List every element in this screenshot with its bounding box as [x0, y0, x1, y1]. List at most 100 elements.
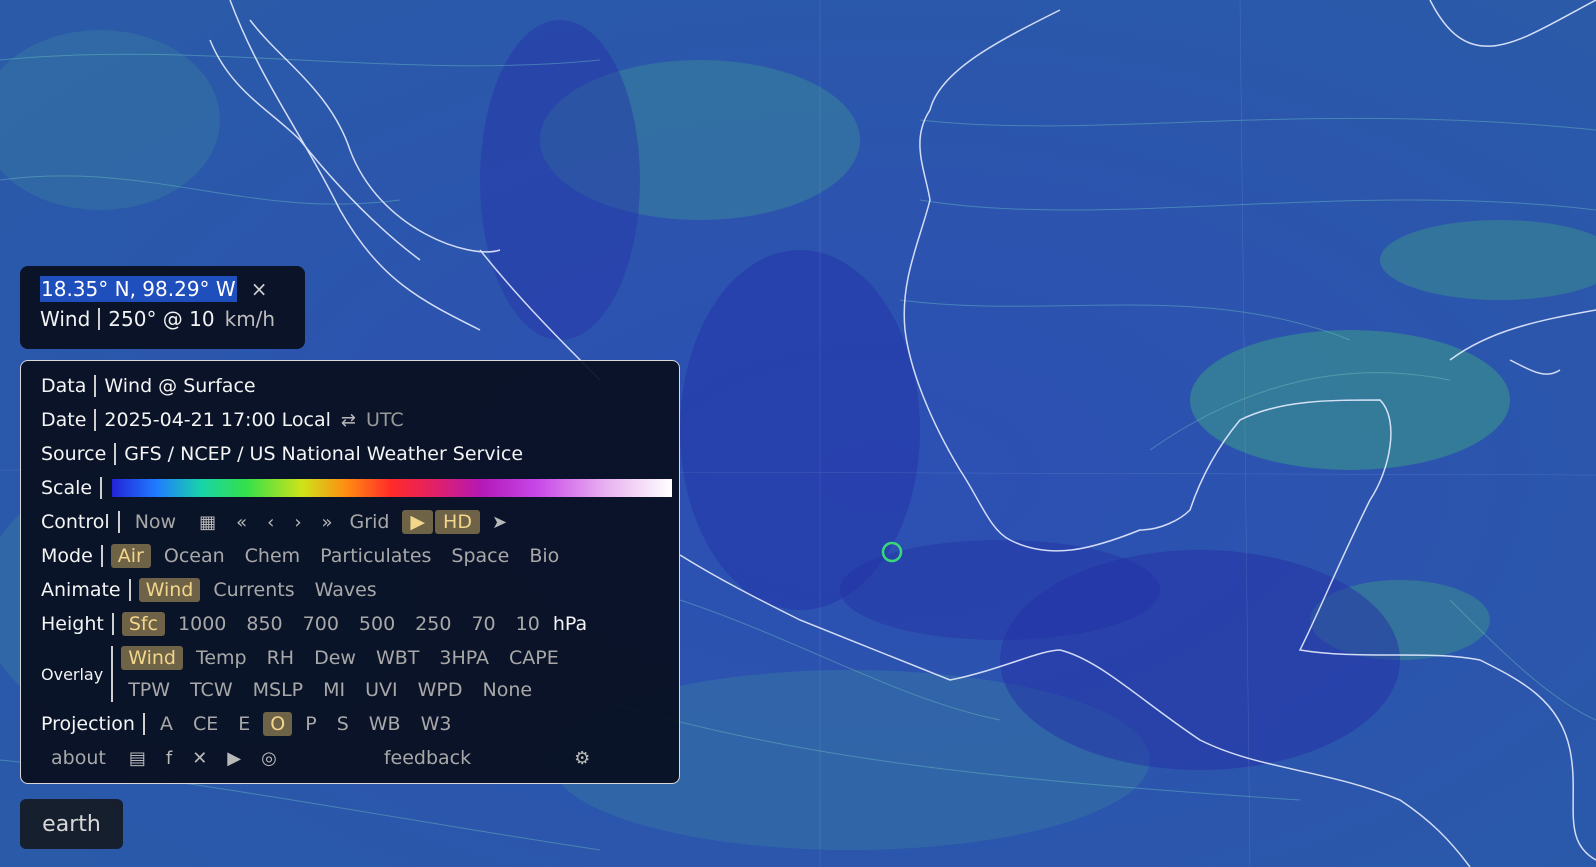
instagram-icon[interactable]: ◎: [261, 748, 277, 769]
overlay-option[interactable]: Temp: [189, 646, 254, 670]
divider: [117, 511, 120, 533]
divider: [128, 579, 131, 601]
projection-option[interactable]: E: [231, 712, 257, 736]
height-option[interactable]: 10: [509, 612, 547, 636]
forward-icon[interactable]: ›: [294, 512, 301, 533]
date-value[interactable]: 2025-04-21 17:00 Local: [104, 409, 331, 431]
control-label: Control: [41, 511, 110, 533]
hd-button[interactable]: HD: [435, 510, 480, 534]
overlay-row-2: TPW TCW MSLP MI UVI WPD None: [121, 674, 572, 706]
animate-option[interactable]: Waves: [308, 578, 384, 602]
mode-option[interactable]: Chem: [238, 544, 308, 568]
bluesky-icon[interactable]: ✕: [192, 748, 207, 769]
mode-option[interactable]: Ocean: [157, 544, 232, 568]
animate-row: Animate Wind Currents Waves: [41, 573, 679, 607]
data-label: Data: [41, 375, 87, 397]
location-panel: 18.35° N, 98.29° W × Wind 250° @ 10 km/h: [20, 266, 305, 349]
projection-option[interactable]: S: [330, 712, 356, 736]
animate-option[interactable]: Currents: [206, 578, 301, 602]
calendar-icon[interactable]: ▦: [199, 512, 216, 533]
projection-option[interactable]: A: [153, 712, 180, 736]
source-value: GFS / NCEP / US National Weather Service: [124, 443, 524, 465]
settings-menu: Data Wind @ Surface Date 2025-04-21 17:0…: [20, 360, 680, 784]
mode-option[interactable]: Particulates: [313, 544, 438, 568]
divider: [100, 545, 103, 567]
overlay-option[interactable]: RH: [260, 646, 302, 670]
projection-option[interactable]: W3: [414, 712, 459, 736]
height-option[interactable]: 250: [408, 612, 458, 636]
location-unit[interactable]: km/h: [225, 307, 275, 331]
overlay-option[interactable]: Dew: [307, 646, 363, 670]
divider: [114, 443, 117, 465]
date-utc-toggle[interactable]: UTC: [366, 409, 404, 431]
overlay-option[interactable]: WPD: [411, 678, 470, 702]
forward-day-icon[interactable]: »: [322, 512, 333, 533]
divider: [98, 308, 101, 330]
date-row: Date 2025-04-21 17:00 Local ⇄ UTC: [41, 403, 679, 437]
back-icon[interactable]: ‹: [267, 512, 274, 533]
facebook-icon[interactable]: f: [166, 748, 172, 769]
overlay-option[interactable]: UVI: [358, 678, 405, 702]
location-coords[interactable]: 18.35° N, 98.29° W: [40, 276, 237, 302]
overlay-label: Overlay: [41, 664, 104, 684]
swap-icon[interactable]: ⇄: [341, 410, 356, 431]
overlay-option[interactable]: Wind: [121, 646, 183, 670]
source-label: Source: [41, 443, 107, 465]
overlay-row-1: Wind Temp RH Dew WBT 3HPA CAPE: [121, 642, 572, 674]
animate-label: Animate: [41, 579, 121, 601]
location-value: 250° @ 10: [108, 307, 215, 331]
overlay-option[interactable]: None: [476, 678, 540, 702]
news-icon[interactable]: ▤: [129, 748, 146, 769]
overlay-option[interactable]: TPW: [121, 678, 177, 702]
control-row: Control Now ▦ « ‹ › » Grid ▶ HD ➤: [41, 505, 679, 539]
youtube-icon[interactable]: ▶: [227, 748, 241, 769]
play-icon[interactable]: ▶: [402, 510, 434, 534]
location-var-label: Wind: [40, 307, 91, 331]
height-row: Height Sfc 1000 850 700 500 250 70 10 hP…: [41, 607, 679, 641]
divider: [111, 646, 114, 702]
feedback-link[interactable]: feedback: [377, 746, 478, 770]
mode-row: Mode Air Ocean Chem Particulates Space B…: [41, 539, 679, 573]
overlay-option[interactable]: MSLP: [246, 678, 311, 702]
locate-icon[interactable]: ➤: [492, 512, 507, 533]
settings-icon[interactable]: ⚙: [574, 748, 590, 769]
projection-option[interactable]: O: [263, 712, 293, 736]
projection-option[interactable]: CE: [186, 712, 225, 736]
overlay-option[interactable]: 3HPA: [432, 646, 496, 670]
projection-row: Projection A CE E O P S WB W3: [41, 707, 679, 741]
projection-label: Projection: [41, 713, 135, 735]
divider: [142, 713, 145, 735]
divider: [94, 375, 97, 397]
height-option[interactable]: 1000: [171, 612, 233, 636]
footer-row: about ▤ f ✕ ▶ ◎ feedback ⚙: [41, 741, 679, 775]
height-option[interactable]: 70: [464, 612, 502, 636]
mode-label: Mode: [41, 545, 93, 567]
close-icon[interactable]: ×: [251, 277, 268, 301]
divider: [94, 409, 97, 431]
color-scale-bar[interactable]: [112, 479, 673, 497]
height-option[interactable]: 500: [352, 612, 402, 636]
mode-option[interactable]: Bio: [522, 544, 566, 568]
earth-button[interactable]: earth: [20, 799, 123, 849]
height-option[interactable]: Sfc: [121, 612, 166, 636]
overlay-option[interactable]: TCW: [183, 678, 240, 702]
back-day-icon[interactable]: «: [236, 512, 247, 533]
divider: [111, 613, 114, 635]
projection-option[interactable]: P: [298, 712, 323, 736]
height-unit: hPa: [552, 613, 588, 635]
height-option[interactable]: 850: [239, 612, 289, 636]
height-option[interactable]: 700: [296, 612, 346, 636]
projection-option[interactable]: WB: [362, 712, 408, 736]
now-button[interactable]: Now: [128, 510, 183, 534]
overlay-option[interactable]: WBT: [369, 646, 426, 670]
overlay-option[interactable]: MI: [316, 678, 352, 702]
grid-button[interactable]: Grid: [343, 510, 397, 534]
animate-option[interactable]: Wind: [138, 578, 201, 602]
about-link[interactable]: about: [44, 746, 113, 770]
source-row: Source GFS / NCEP / US National Weather …: [41, 437, 679, 471]
mode-option[interactable]: Air: [110, 544, 151, 568]
date-label: Date: [41, 409, 87, 431]
overlay-option[interactable]: CAPE: [502, 646, 566, 670]
mode-option[interactable]: Space: [444, 544, 516, 568]
height-label: Height: [41, 613, 104, 635]
